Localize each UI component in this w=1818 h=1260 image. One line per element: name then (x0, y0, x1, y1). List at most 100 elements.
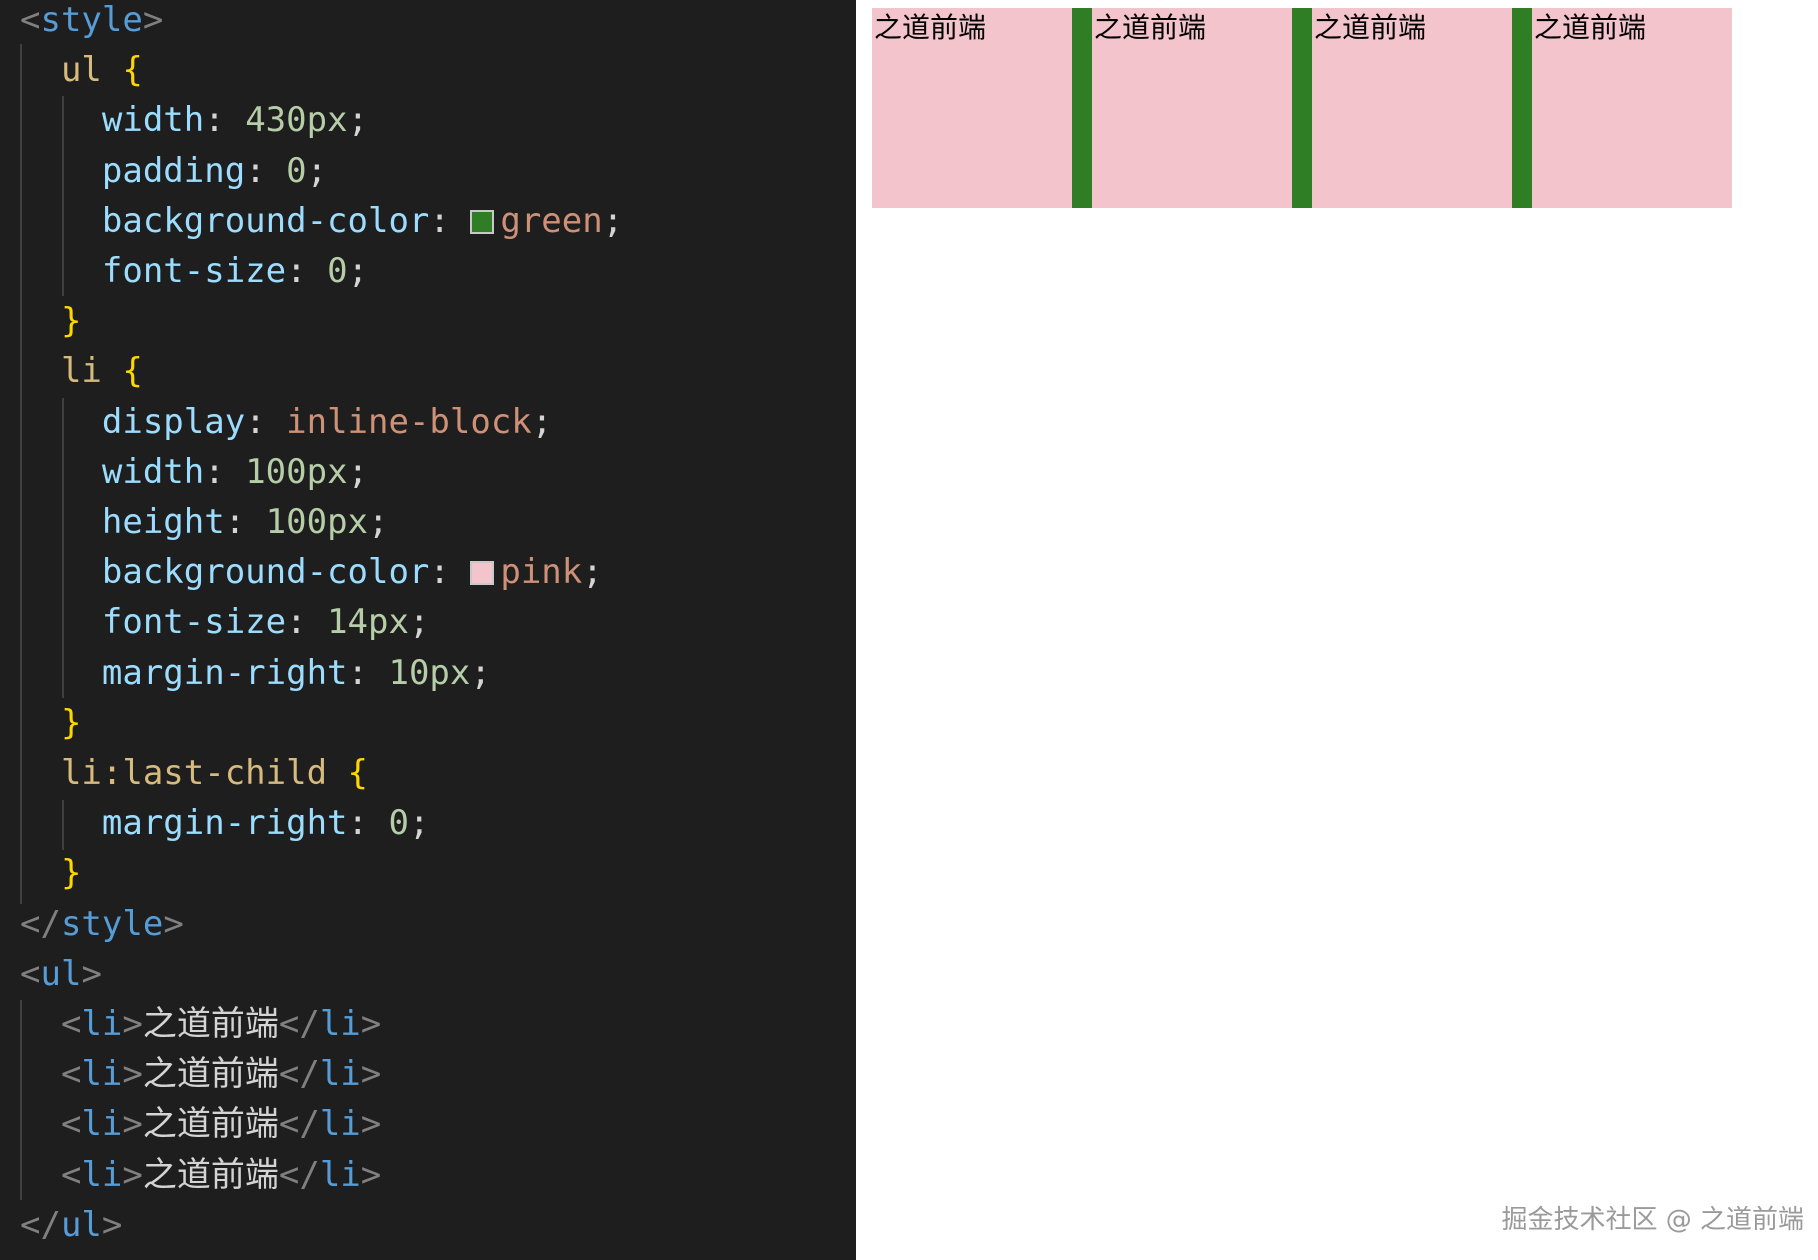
code-token: : (245, 401, 287, 442)
code-token: margin-right (101, 803, 348, 844)
code-token: style (60, 903, 164, 944)
code-token: } (60, 301, 82, 342)
code-token: ul (60, 50, 102, 91)
code-token: : (347, 652, 389, 693)
code-token: > (122, 1004, 143, 1044)
code-token: 100px (265, 502, 369, 542)
code-token: li (81, 1004, 123, 1044)
code-token: { (122, 351, 143, 392)
code-token: li (319, 1104, 361, 1145)
code-token: height (101, 502, 225, 542)
code-token: inline-block (286, 401, 532, 442)
code-token: 10px (388, 652, 471, 693)
code-token: ; (582, 552, 603, 593)
code-token: ; (306, 150, 328, 191)
code-token: : (204, 100, 246, 141)
code-token: ul (60, 1204, 102, 1245)
code-line: <li>之道前端</li> (20, 1099, 381, 1149)
code-token: > (360, 1054, 382, 1095)
code-line: background-color: green; (20, 196, 623, 246)
green-swatch[interactable] (470, 209, 495, 234)
code-token: : (347, 803, 389, 844)
code-token: > (101, 1204, 123, 1245)
code-token: li (81, 1104, 123, 1145)
code-token: ; (602, 200, 624, 241)
code-line: width: 430px; (20, 95, 368, 145)
code-token: li (319, 1004, 361, 1044)
code-token: 0 (388, 803, 409, 844)
code-token: ; (347, 251, 369, 291)
code-token: width (101, 100, 205, 141)
code-token: < (60, 1154, 82, 1195)
code-line: width: 100px; (20, 447, 368, 497)
code-token: > (360, 1104, 382, 1145)
preview-li: 之道前端 (872, 8, 1072, 208)
code-line: } (20, 296, 81, 346)
code-token: < (20, 0, 41, 40)
code-token: 100px (245, 451, 348, 492)
code-line: font-size: 14px; (20, 597, 430, 647)
code-editor[interactable]: <style> ul { width: 430px; padding: 0; b… (0, 0, 856, 1260)
code-token: : (429, 552, 471, 593)
code-line: <li>之道前端</li> (20, 999, 381, 1049)
code-token: } (60, 702, 82, 743)
code-token: > (122, 1104, 143, 1145)
code-token: < (60, 1054, 82, 1095)
code-line: </ul> (20, 1200, 122, 1250)
code-token: </ (20, 1204, 61, 1245)
code-token: 0 (327, 251, 348, 291)
code-token: 14px (327, 602, 409, 643)
code-token: 之道前端 (142, 1154, 279, 1195)
code-token: background-color (101, 552, 430, 593)
code-line: margin-right: 0; (20, 798, 430, 848)
code-line: <li>之道前端</li> (20, 1049, 381, 1099)
code-token: < (20, 953, 41, 994)
code-token: > (122, 1154, 143, 1195)
code-line: <ul> (20, 949, 102, 999)
code-token: font-size (101, 251, 287, 291)
code-line: <style> (20, 0, 163, 45)
code-token: width (101, 451, 205, 492)
code-token: ; (347, 451, 369, 492)
code-line: height: 100px; (20, 497, 389, 547)
code-token: : (286, 251, 328, 291)
code-line: } (20, 848, 81, 898)
code-token: li (60, 351, 102, 392)
code-token: ; (408, 602, 430, 643)
code-line: background-color: pink; (20, 547, 603, 597)
pink-swatch[interactable] (470, 561, 495, 586)
preview-li: 之道前端 (1312, 8, 1512, 208)
code-token: li:last-child (60, 753, 328, 793)
code-token: < (60, 1104, 82, 1145)
code-token: </ (278, 1104, 320, 1145)
code-line: padding: 0; (20, 146, 327, 196)
code-token: margin-right (101, 652, 348, 693)
code-token: li (319, 1154, 361, 1195)
code-line: } (20, 698, 81, 748)
code-line: <li>之道前端</li> (20, 1150, 381, 1200)
code-token: ul (40, 953, 82, 994)
code-token: </ (278, 1154, 320, 1195)
code-token: 430px (245, 100, 348, 141)
code-token: background-color (101, 200, 430, 241)
code-token: : (286, 602, 328, 643)
code-token: > (360, 1154, 382, 1195)
code-token: < (60, 1004, 82, 1044)
code-token: > (360, 1004, 382, 1044)
code-token: li (319, 1054, 361, 1095)
code-token: 之道前端 (142, 1104, 279, 1145)
